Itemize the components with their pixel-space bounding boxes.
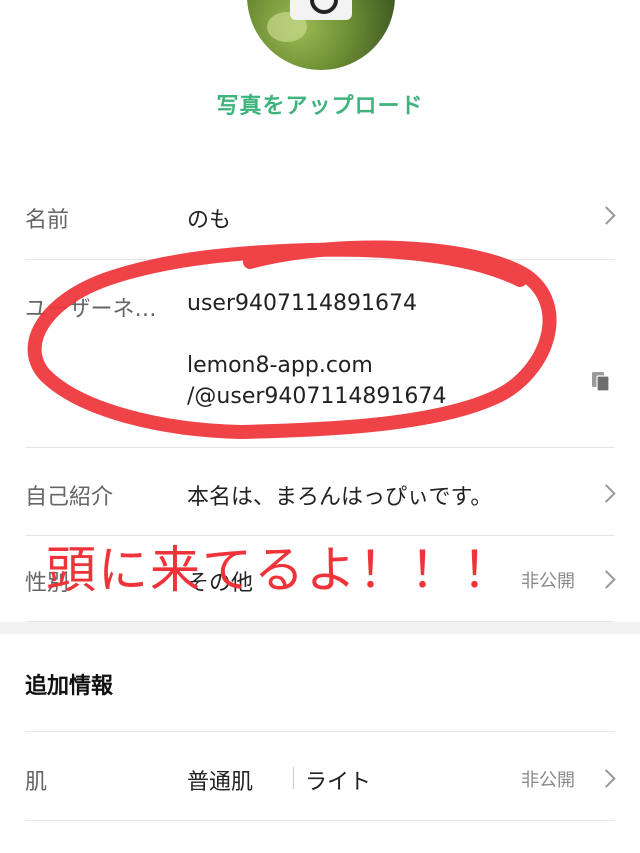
bio-label: 自己紹介 <box>25 485 114 510</box>
chevron-right-icon <box>597 484 616 503</box>
camera-icon <box>310 0 338 14</box>
copy-icon[interactable] <box>592 372 610 392</box>
upload-photo-link[interactable]: 写真をアップロード <box>0 88 640 120</box>
chevron-right-icon <box>597 206 616 225</box>
gender-visibility: 非公開 <box>521 571 575 592</box>
username-row: ユーザーネ… user9407114891674 lemon8-app.com … <box>25 259 615 448</box>
skin-visibility: 非公開 <box>521 770 575 791</box>
value-separator <box>293 767 294 789</box>
bio-row[interactable]: 自己紹介 本名は、まろんはっぴぃです。 <box>25 447 616 536</box>
additional-info-title: 追加情報 <box>25 674 114 699</box>
name-row[interactable]: 名前 のも <box>25 172 616 260</box>
annotation-text: 頭に来てるよ！！！ <box>46 541 514 599</box>
skin-label: 肌 <box>25 770 48 795</box>
profile-link-line1: lemon8-app.com <box>187 353 373 378</box>
profile-link-line2: /@user9407114891674 <box>187 384 447 409</box>
chevron-right-icon <box>597 769 616 788</box>
chevron-right-icon <box>597 570 616 589</box>
camera-button[interactable] <box>290 0 352 20</box>
username-label: ユーザーネ… <box>25 297 157 322</box>
skin-value-type: 普通肌 <box>187 770 254 795</box>
name-label: 名前 <box>25 208 70 233</box>
section-divider <box>0 622 640 634</box>
skin-value-tone: ライト <box>305 770 372 795</box>
username-value: user9407114891674 <box>187 291 417 316</box>
skin-row[interactable]: 肌 普通肌 ライト 非公開 <box>25 731 616 821</box>
bio-value: 本名は、まろんはっぴぃです。 <box>187 485 493 510</box>
name-value: のも <box>187 208 232 233</box>
